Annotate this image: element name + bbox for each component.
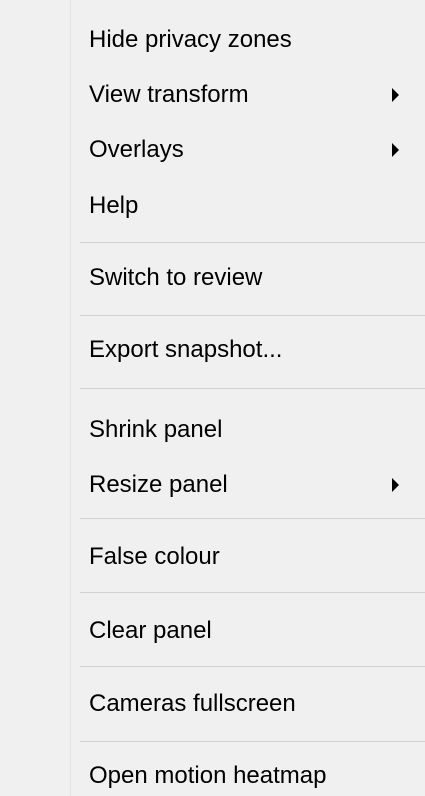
menu-separator [80, 242, 425, 243]
menu-item-switch-to-review[interactable]: Switch to review [71, 254, 425, 302]
menu-item-help[interactable]: Help [71, 182, 425, 230]
menu-item-label: Hide privacy zones [89, 26, 292, 53]
menu-item-hide-privacy-zones[interactable]: Hide privacy zones [71, 16, 425, 64]
menu-item-label: Shrink panel [89, 416, 223, 443]
icon-gutter [0, 0, 70, 796]
menu-item-label: Open motion heatmap [89, 762, 327, 789]
menu-item-label: Clear panel [89, 617, 212, 644]
submenu-arrow-icon [392, 88, 399, 102]
menu-item-label: Export snapshot... [89, 336, 283, 363]
menu-separator [80, 388, 425, 389]
menu-item-label: View transform [89, 81, 249, 108]
submenu-arrow-icon [392, 478, 399, 492]
menu-separator [80, 666, 425, 667]
menu-item-export-snapshot[interactable]: Export snapshot... [71, 326, 425, 374]
gutter-divider [70, 0, 71, 796]
menu-separator [80, 741, 425, 742]
menu-item-resize-panel[interactable]: Resize panel [71, 461, 425, 509]
menu-item-cameras-fullscreen[interactable]: Cameras fullscreen [71, 680, 425, 728]
menu-item-label: Help [89, 192, 139, 219]
menu-separator [80, 592, 425, 593]
submenu-arrow-icon [392, 143, 399, 157]
menu-separator [80, 518, 425, 519]
menu-item-label: False colour [89, 543, 220, 570]
menu-item-label: Switch to review [89, 264, 263, 291]
menu-item-label: Cameras fullscreen [89, 690, 296, 717]
menu-item-false-colour[interactable]: False colour [71, 533, 425, 581]
menu-item-open-motion-heatmap[interactable]: Open motion heatmap [71, 752, 425, 796]
menu-item-overlays[interactable]: Overlays [71, 126, 425, 174]
menu-item-shrink-panel[interactable]: Shrink panel [71, 406, 425, 454]
menu-item-label: Resize panel [89, 471, 228, 498]
context-menu: Hide privacy zones View transform Overla… [0, 0, 425, 796]
menu-item-view-transform[interactable]: View transform [71, 71, 425, 119]
menu-separator [80, 315, 425, 316]
menu-item-label: Overlays [89, 136, 184, 163]
menu-item-clear-panel[interactable]: Clear panel [71, 607, 425, 655]
